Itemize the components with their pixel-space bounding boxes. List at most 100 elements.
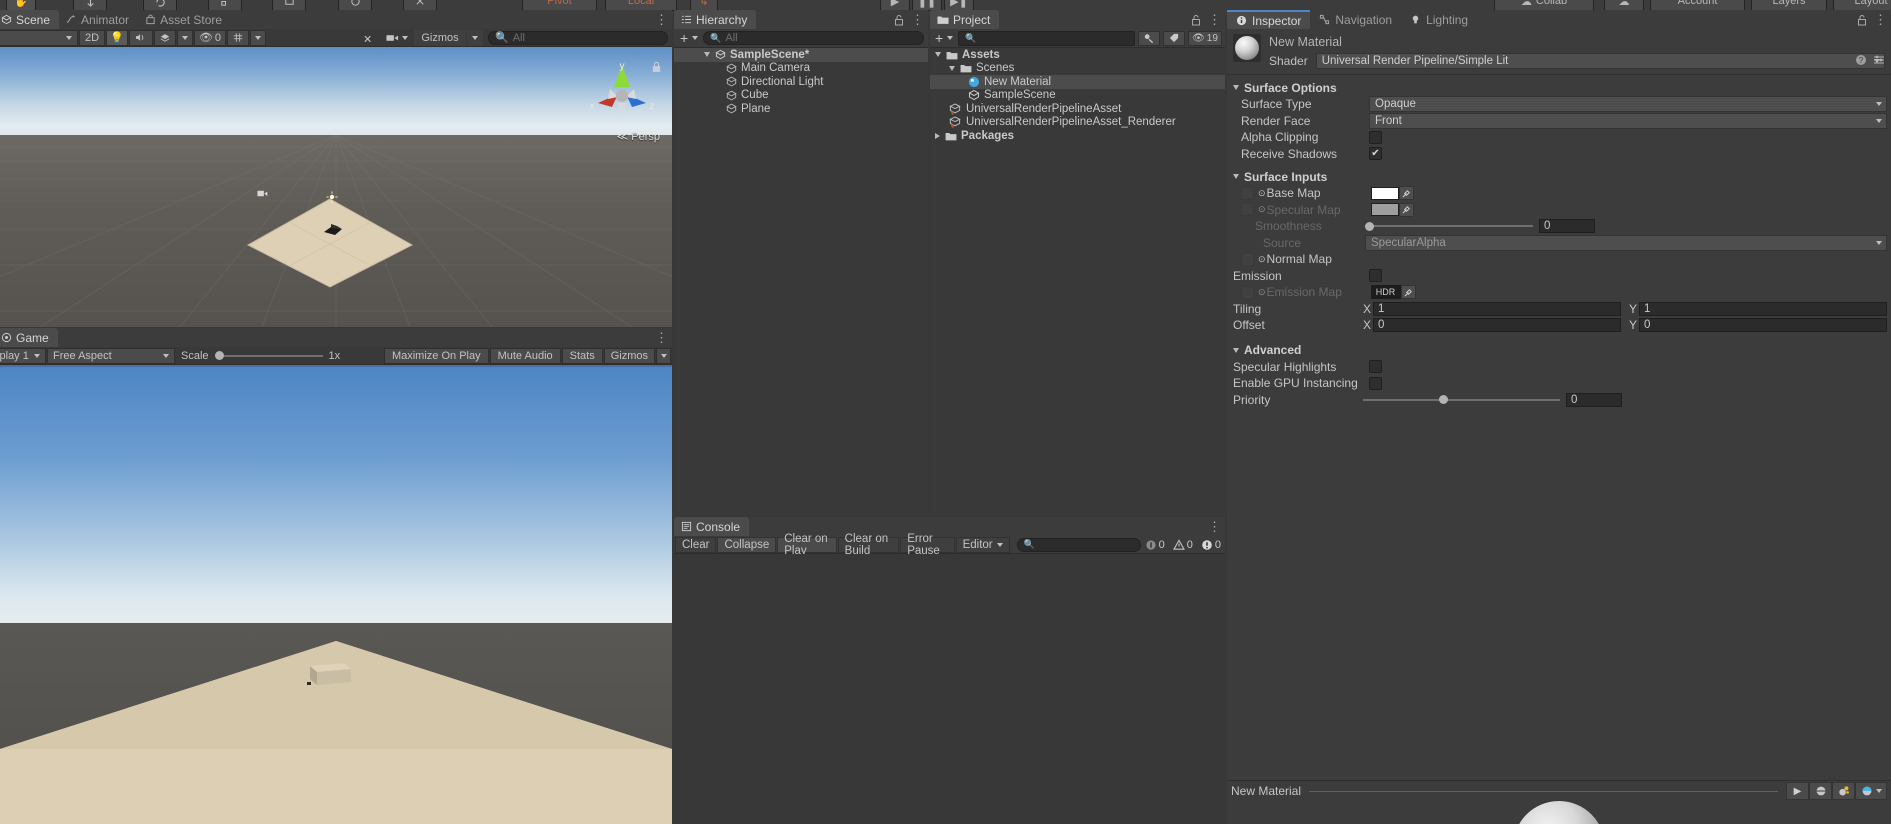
receive-shadows-checkbox[interactable]: ✔	[1369, 147, 1382, 161]
project-row-scenes[interactable]: Scenes	[930, 62, 1225, 76]
project-hidden-count[interactable]: 👁 19	[1188, 30, 1222, 46]
section-surface-options[interactable]: Surface Options	[1227, 79, 1891, 96]
scene-cube-object[interactable]	[322, 223, 344, 237]
base-map-texture-slot[interactable]	[1241, 186, 1254, 200]
scale-slider-knob[interactable]	[214, 351, 224, 360]
render-face-dropdown[interactable]: Front	[1369, 112, 1887, 129]
console-editor-dropdown[interactable]: Editor	[955, 536, 1010, 553]
mute-audio-button[interactable]: Mute Audio	[489, 347, 561, 364]
chevron-down-icon[interactable]	[935, 52, 941, 58]
scene-fx-dropdown[interactable]	[177, 29, 193, 46]
console-clear-on-build-button[interactable]: Clear on Build	[837, 533, 900, 557]
tab-animator[interactable]: Animator	[59, 10, 138, 29]
emission-map-texture-slot[interactable]	[1241, 285, 1254, 299]
preview-shape-button[interactable]	[1809, 782, 1832, 800]
hierarchy-row-plane[interactable]: Plane	[674, 102, 928, 116]
tab-navigation[interactable]: Navigation	[1310, 10, 1401, 29]
console-log-count[interactable]: 0	[1141, 539, 1169, 551]
emission-hdr-badge[interactable]: HDR	[1370, 285, 1401, 300]
base-map-eyedropper[interactable]	[1398, 186, 1414, 201]
console-log-list[interactable]	[674, 554, 1225, 824]
tab-console[interactable]: Console	[674, 517, 750, 536]
offset-x-field[interactable]: 0	[1373, 318, 1621, 333]
chevron-down-icon[interactable]	[949, 65, 955, 71]
game-options-kebab[interactable]: ⋮	[655, 331, 668, 344]
scale-slider-track[interactable]	[214, 351, 323, 360]
hierarchy-row-main-camera[interactable]: Main Camera	[674, 62, 928, 76]
scene-camera-button[interactable]	[381, 30, 413, 46]
scene-hidden-objects[interactable]: 👁 0	[194, 29, 226, 46]
game-gizmos-button[interactable]: Gizmos	[603, 347, 655, 364]
specular-map-color-swatch[interactable]	[1370, 203, 1399, 217]
project-search-input[interactable]: 🔍	[958, 30, 1135, 46]
game-aspect-dropdown[interactable]: Free Aspect	[47, 347, 175, 364]
project-row-assets[interactable]: Assets	[930, 48, 1225, 62]
scene-axis-gizmo[interactable]: y x z	[584, 57, 660, 133]
game-display-dropdown[interactable]: splay 1	[0, 347, 46, 364]
project-row-packages[interactable]: Packages	[930, 129, 1225, 143]
lock-icon[interactable]	[1191, 14, 1202, 26]
base-map-color-swatch[interactable]	[1370, 186, 1399, 200]
section-surface-inputs[interactable]: Surface Inputs	[1227, 168, 1891, 185]
scene-grid-toggle[interactable]	[227, 29, 249, 46]
normal-map-texture-slot[interactable]	[1241, 252, 1254, 266]
tab-hierarchy[interactable]: Hierarchy	[674, 10, 757, 29]
tab-inspector[interactable]: Inspector	[1227, 10, 1311, 29]
scene-audio-toggle[interactable]	[129, 29, 153, 46]
project-filter-type-button[interactable]	[1138, 30, 1160, 46]
console-options-kebab[interactable]: ⋮	[1208, 520, 1221, 533]
project-filter-label-button[interactable]	[1163, 30, 1185, 46]
hierarchy-row-cube[interactable]: Cube	[674, 89, 928, 103]
priority-slider-knob[interactable]	[1439, 395, 1448, 405]
game-scale-slider[interactable]: Scale 1x	[176, 348, 368, 364]
scene-plane-object[interactable]	[246, 197, 414, 289]
inspector-options-kebab[interactable]: ⋮	[1874, 13, 1887, 26]
mode-2d-button[interactable]: 2D	[79, 29, 105, 46]
source-dropdown[interactable]: SpecularAlpha	[1365, 234, 1887, 251]
tab-project[interactable]: Project	[930, 10, 1000, 29]
hierarchy-search-input[interactable]: 🔍 All	[703, 31, 924, 45]
project-options-kebab[interactable]: ⋮	[1208, 13, 1221, 26]
emission-checkbox[interactable]	[1369, 269, 1382, 283]
preview-play-button[interactable]: ▶	[1786, 782, 1809, 800]
scene-grid-dropdown[interactable]	[250, 29, 266, 46]
scene-search-input[interactable]: 🔍 All	[488, 30, 668, 45]
console-error-count[interactable]: 0	[1197, 539, 1225, 551]
console-clear-button[interactable]: Clear	[675, 536, 717, 553]
smoothness-slider-track[interactable]	[1365, 221, 1533, 231]
console-error-pause-button[interactable]: Error Pause	[900, 533, 955, 557]
offset-y-field[interactable]: 0	[1639, 318, 1887, 333]
projection-mode-label[interactable]: ≪ Persp	[617, 130, 660, 143]
lock-icon[interactable]	[894, 14, 905, 26]
scene-tools-button[interactable]	[358, 30, 380, 46]
tab-lighting[interactable]: Lighting	[1401, 10, 1477, 29]
game-gizmos-dropdown[interactable]	[656, 347, 671, 364]
smoothness-slider-knob[interactable]	[1365, 221, 1374, 231]
shader-dropdown[interactable]: Universal Render Pipeline/Simple Lit	[1315, 53, 1885, 69]
tiling-y-field[interactable]: 1	[1639, 301, 1887, 316]
lock-icon[interactable]	[1857, 14, 1868, 26]
hierarchy-add-button[interactable]: +	[678, 30, 700, 46]
tab-scene[interactable]: Scene	[0, 10, 60, 29]
project-row-urp-renderer[interactable]: UniversalRenderPipelineAsset_Renderer	[930, 116, 1225, 130]
help-icon[interactable]: ?	[1855, 54, 1867, 66]
game-viewport[interactable]	[0, 365, 672, 824]
scene-gizmos-dropdown[interactable]	[467, 29, 483, 46]
emission-map-eyedropper[interactable]	[1400, 285, 1416, 300]
directional-light-gizmo[interactable]	[326, 191, 338, 206]
project-row-urp-asset[interactable]: UniversalRenderPipelineAsset	[930, 102, 1225, 116]
scene-lighting-toggle[interactable]: 💡	[106, 29, 128, 46]
console-collapse-button[interactable]: Collapse	[717, 536, 777, 553]
surface-type-dropdown[interactable]: Opaque	[1369, 96, 1887, 113]
chevron-down-icon[interactable]	[704, 52, 710, 58]
preview-environment-button[interactable]	[1855, 782, 1887, 800]
tab-game[interactable]: Game	[0, 328, 58, 347]
preview-lighting-button[interactable]	[1832, 782, 1855, 800]
maximize-on-play-button[interactable]: Maximize On Play	[383, 347, 489, 364]
project-row-new-material[interactable]: New Material	[930, 75, 1225, 89]
project-row-samplescene[interactable]: SampleScene	[930, 89, 1225, 103]
hierarchy-row-directional-light[interactable]: Directional Light	[674, 75, 928, 89]
stats-button[interactable]: Stats	[561, 347, 603, 364]
camera-gizmo[interactable]	[257, 189, 268, 201]
specular-highlights-checkbox[interactable]	[1369, 360, 1382, 374]
